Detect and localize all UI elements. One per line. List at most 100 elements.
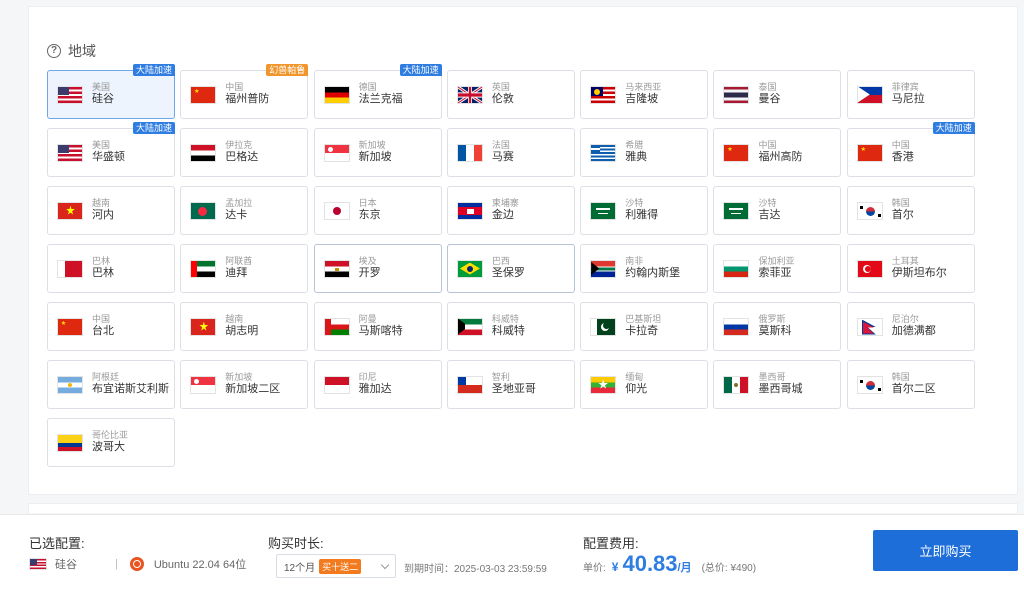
region-names: 印尼 雅加达 <box>359 372 392 397</box>
buy-now-button[interactable]: 立即购买 <box>873 530 1018 571</box>
region-country: 尼泊尔 <box>891 314 919 324</box>
region-card[interactable]: 智利 圣地亚哥 <box>446 360 575 409</box>
region-card[interactable]: 阿根廷 布宜诺斯艾利斯 <box>47 360 175 409</box>
region-card[interactable]: 南非 约翰内斯堡 <box>580 244 709 293</box>
region-city: 雅典 <box>625 151 648 164</box>
region-card[interactable]: 越南 河内 <box>47 186 175 235</box>
region-card[interactable]: 印尼 雅加达 <box>313 360 442 409</box>
region-card[interactable]: 韩国 首尔二区 <box>846 360 975 409</box>
region-card[interactable]: 柬埔寨 金边 <box>446 186 575 235</box>
region-card[interactable]: 美国 硅谷 大陆加速 <box>47 64 175 119</box>
region-card[interactable]: 英国 伦敦 <box>446 70 575 119</box>
region-country: 墨西哥 <box>758 372 786 382</box>
region-card[interactable]: 法国 马赛 <box>446 128 575 177</box>
region-card[interactable]: 日本 东京 <box>313 186 442 235</box>
region-card[interactable]: 中国 福州普防 幻兽帕鲁 <box>180 64 309 119</box>
region-city: 科威特 <box>491 325 525 338</box>
region-card[interactable]: 新加坡 新加坡 <box>313 128 442 177</box>
duration-select[interactable]: 12个月 买十送二 <box>276 554 396 578</box>
gb-flag-icon <box>456 85 483 104</box>
region-card[interactable]: 巴林 巴林 <box>47 244 175 293</box>
region-city: 圣保罗 <box>491 267 525 280</box>
region-country: 日本 <box>358 198 377 208</box>
monthly-price: 40.83 <box>622 551 678 576</box>
region-city: 伦敦 <box>491 93 514 106</box>
region-names: 沙特 利雅得 <box>625 198 658 223</box>
region-card[interactable]: 哥伦比亚 波哥大 <box>47 418 175 467</box>
region-card[interactable]: 沙特 利雅得 <box>580 186 709 235</box>
region-city: 开罗 <box>358 267 381 280</box>
kr-flag-icon <box>856 201 883 220</box>
vn-flag-icon <box>57 201 83 220</box>
region-city: 加德满都 <box>891 325 936 338</box>
region-country: 南非 <box>625 256 644 266</box>
sa-flag-icon <box>723 201 750 220</box>
region-city: 圣地亚哥 <box>491 383 536 396</box>
region-card[interactable]: 韩国 首尔 <box>846 186 975 235</box>
region-names: 孟加拉 达卡 <box>225 198 252 223</box>
region-city: 马尼拉 <box>891 93 925 106</box>
order-footer: 已选配置: 硅谷 | Ubuntu 22.04 64位 购买时长: 12个月 买… <box>0 514 1024 590</box>
region-country: 阿联酋 <box>225 256 253 266</box>
region-card[interactable]: 美国 华盛顿 大陆加速 <box>47 122 175 177</box>
region-card[interactable]: 伊拉克 巴格达 <box>180 128 309 177</box>
region-country: 中国 <box>225 82 244 92</box>
region-country: 巴西 <box>491 256 510 266</box>
region-card[interactable]: 希腊 雅典 <box>580 128 709 177</box>
region-names: 阿联酋 迪拜 <box>225 256 252 281</box>
region-card[interactable]: 菲律宾 马尼拉 <box>846 70 975 119</box>
region-card[interactable]: 土耳其 伊斯坦布尔 <box>846 244 975 293</box>
region-card[interactable]: 巴西 圣保罗 <box>446 244 575 293</box>
region-card[interactable]: 墨西哥 墨西哥城 <box>713 360 842 409</box>
selected-config-label: 已选配置: <box>29 536 85 551</box>
region-card[interactable]: 沙特 吉达 <box>713 186 842 235</box>
za-flag-icon <box>590 259 617 278</box>
region-card[interactable]: 中国 福州高防 <box>713 128 842 177</box>
region-names: 沙特 吉达 <box>758 198 780 223</box>
region-country: 韩国 <box>891 198 910 208</box>
region-country: 泰国 <box>758 82 777 92</box>
cn-flag-icon <box>57 317 83 336</box>
cost-label: 配置费用: <box>583 536 639 551</box>
ph-flag-icon <box>856 85 883 104</box>
region-country: 马来西亚 <box>625 82 662 92</box>
pk-flag-icon <box>590 317 617 336</box>
vn-flag-icon <box>190 317 217 336</box>
region-names: 尼泊尔 加德满都 <box>892 314 936 339</box>
region-card[interactable]: 泰国 曼谷 <box>713 70 842 119</box>
region-country: 阿根廷 <box>92 372 120 382</box>
region-names: 伊拉克 巴格达 <box>225 140 258 165</box>
region-city: 河内 <box>92 209 114 222</box>
region-card[interactable]: 德国 法兰克福 大陆加速 <box>313 64 442 119</box>
region-card[interactable]: 马来西亚 吉隆坡 <box>580 70 709 119</box>
region-card[interactable]: 缅甸 仰光 <box>580 360 709 409</box>
mx-flag-icon <box>723 375 750 394</box>
region-card[interactable]: 中国 台北 <box>47 302 175 351</box>
region-card[interactable]: 埃及 开罗 <box>313 244 442 293</box>
region-names: 中国 福州普防 <box>225 82 269 107</box>
ar-flag-icon <box>57 375 83 394</box>
region-card[interactable]: 巴基斯坦 卡拉奇 <box>580 302 709 351</box>
selected-os: Ubuntu 22.04 64位 <box>153 559 247 571</box>
region-card[interactable]: 中国 香港 大陆加速 <box>846 122 975 177</box>
region-country: 新加坡 <box>358 140 386 150</box>
region-city: 硅谷 <box>92 93 114 106</box>
region-country: 中国 <box>758 140 777 150</box>
region-card[interactable]: 阿曼 马斯喀特 <box>313 302 442 351</box>
region-city: 首尔 <box>891 209 914 222</box>
cn-flag-icon <box>190 85 217 104</box>
cl-flag-icon <box>456 375 483 394</box>
help-icon[interactable]: ? <box>47 44 61 58</box>
region-card[interactable]: 科威特 科威特 <box>446 302 575 351</box>
region-card[interactable]: 尼泊尔 加德满都 <box>846 302 975 351</box>
region-card[interactable]: 越南 胡志明 <box>180 302 309 351</box>
region-card[interactable]: 保加利亚 索菲亚 <box>713 244 842 293</box>
region-names: 柬埔寨 金边 <box>492 198 519 223</box>
region-card[interactable]: 新加坡 新加坡二区 <box>180 360 309 409</box>
jp-flag-icon <box>323 201 350 220</box>
region-card[interactable]: 孟加拉 达卡 <box>180 186 309 235</box>
region-card[interactable]: 俄罗斯 莫斯科 <box>713 302 842 351</box>
region-card[interactable]: 阿联酋 迪拜 <box>180 244 309 293</box>
kh-flag-icon <box>456 201 483 220</box>
region-names: 巴西 圣保罗 <box>492 256 525 281</box>
